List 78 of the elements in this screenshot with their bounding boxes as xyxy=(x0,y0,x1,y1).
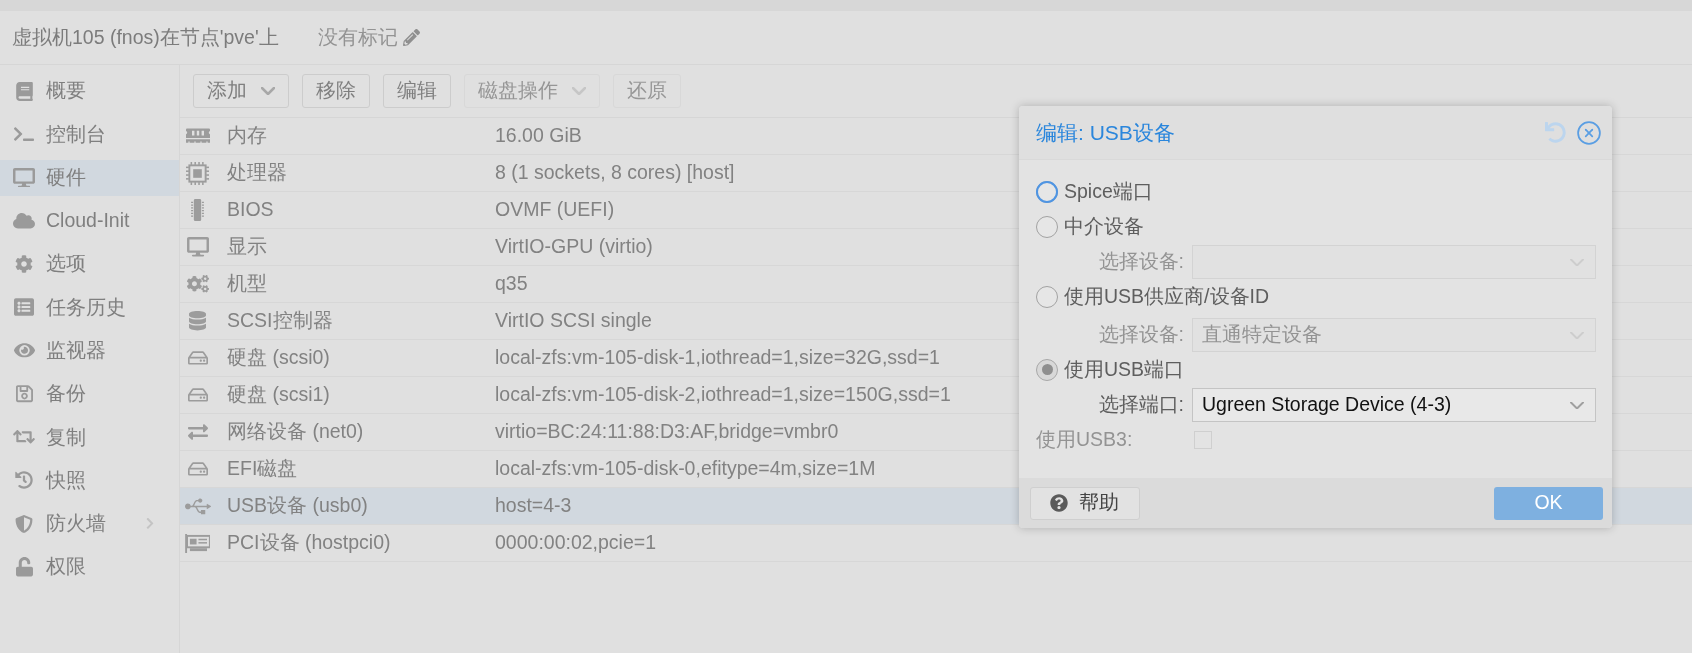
terminal-icon xyxy=(14,126,34,143)
cloud-icon xyxy=(13,212,35,230)
table-cell-text: q35 xyxy=(495,271,528,297)
repeat-arrows-icon xyxy=(13,428,35,446)
list-icon xyxy=(14,297,34,318)
table-cell-text: host=4-3 xyxy=(495,493,572,519)
field-label: 使用USB3: xyxy=(1036,427,1134,453)
dialog-title: 编辑: USB设备 xyxy=(1036,119,1175,146)
radio-button[interactable] xyxy=(1036,215,1058,238)
monitor-icon xyxy=(186,237,209,257)
hard-drive-icon xyxy=(187,349,208,367)
sidebar-item[interactable]: 硬件 xyxy=(0,159,179,196)
table-cell-text: VirtIO SCSI single xyxy=(495,308,652,334)
select-field[interactable]: Ugreen Storage Device (4-3) xyxy=(1192,387,1596,422)
sidebar-item[interactable]: 监视器 xyxy=(0,332,179,369)
table-cell-text: 处理器 xyxy=(227,160,288,186)
gears-icon xyxy=(186,275,209,293)
table-cell-text: 8 (1 sockets, 8 cores) [host] xyxy=(495,160,735,186)
tags-label: 没有标记 xyxy=(317,24,398,50)
sidebar-item[interactable]: 复制 xyxy=(0,419,179,456)
monitor-icon xyxy=(13,167,35,188)
toolbar-button[interactable]: 添加 xyxy=(193,74,289,108)
toolbar-button[interactable]: 移除 xyxy=(302,74,370,108)
caret-icon xyxy=(572,87,586,95)
help-icon xyxy=(1050,494,1068,512)
sidebar-item[interactable]: 选项 xyxy=(0,246,179,283)
table-cell-text: local-zfs:vm-105-disk-2,iothread=1,size=150G,ssd=1 xyxy=(495,382,951,408)
table-cell-text: SCSI控制器 xyxy=(227,308,334,334)
radio-button[interactable] xyxy=(1036,285,1058,308)
table-cell-text: 机型 xyxy=(227,271,268,297)
table-cell-text: local-zfs:vm-105-disk-0,efitype=4m,size=1M xyxy=(495,456,876,482)
caret-icon xyxy=(261,87,275,95)
table-cell-text: 硬盘 (scsi1) xyxy=(227,382,331,408)
hard-drive-icon xyxy=(187,386,208,404)
exchange-arrows-icon xyxy=(187,422,208,442)
toolbar-button[interactable]: 编辑 xyxy=(383,74,451,108)
history-icon xyxy=(15,471,33,490)
pencil-icon[interactable] xyxy=(402,29,420,46)
table-cell-text: PCI设备 (hostpci0) xyxy=(227,530,392,556)
field-label: 选择端口: xyxy=(1097,391,1184,417)
help-button[interactable]: 帮助 xyxy=(1030,486,1140,520)
table-cell-text: 0000:00:02,pcie=1 xyxy=(495,530,657,556)
table-cell-text: BIOS xyxy=(227,197,275,223)
sidebar-item[interactable]: 备份 xyxy=(0,375,179,412)
table-cell-text: 16.00 GiB xyxy=(495,123,582,149)
sidebar-item[interactable]: 快照 xyxy=(0,462,179,499)
shield-icon xyxy=(15,514,33,533)
chevron-right-icon[interactable] xyxy=(146,517,154,531)
page-title: 虚拟机105 (fnos)在节点'pve'上 xyxy=(12,24,279,50)
table-cell-text: VirtIO-GPU (virtio) xyxy=(495,234,653,260)
expansion-card-icon xyxy=(185,533,210,553)
table-cell-text: EFI磁盘 xyxy=(227,456,299,482)
sidebar-item[interactable]: Cloud-Init xyxy=(0,202,179,239)
sidebar-item[interactable]: 防火墙 xyxy=(0,505,179,542)
table-cell-text: 硬盘 (scsi0) xyxy=(227,345,331,371)
microchip-icon xyxy=(191,199,204,221)
sidebar-item[interactable]: 控制台 xyxy=(0,116,179,153)
gear-icon xyxy=(15,255,33,274)
sidebar-item[interactable]: 任务历史 xyxy=(0,289,179,326)
eye-icon xyxy=(13,341,35,360)
hard-drive-icon xyxy=(187,460,208,478)
unlock-icon xyxy=(15,557,33,577)
table-cell-text: OVMF (UEFI) xyxy=(495,197,615,223)
book-icon xyxy=(15,81,33,101)
table-cell-text: 显示 xyxy=(227,234,268,260)
table-cell-text: 网络设备 (net0) xyxy=(227,419,365,445)
table-cell-text: 内存 xyxy=(227,123,268,149)
table-cell-text: virtio=BC:24:11:88:D3:AF,bridge=vmbr0 xyxy=(495,419,839,445)
table-cell-text: USB设备 (usb0) xyxy=(227,493,369,519)
close-icon[interactable] xyxy=(1577,120,1601,145)
cpu-icon xyxy=(186,161,209,185)
sidebar-item[interactable]: 权限 xyxy=(0,548,179,585)
sidebar-item[interactable]: 概要 xyxy=(0,73,179,109)
database-icon xyxy=(189,311,206,331)
memory-module-icon xyxy=(185,126,210,146)
table-cell-text: local-zfs:vm-105-disk-1,iothread=1,size=32G,ssd=1 xyxy=(495,345,940,371)
radio-button[interactable] xyxy=(1036,358,1058,381)
chevron-down-icon xyxy=(1570,401,1584,409)
